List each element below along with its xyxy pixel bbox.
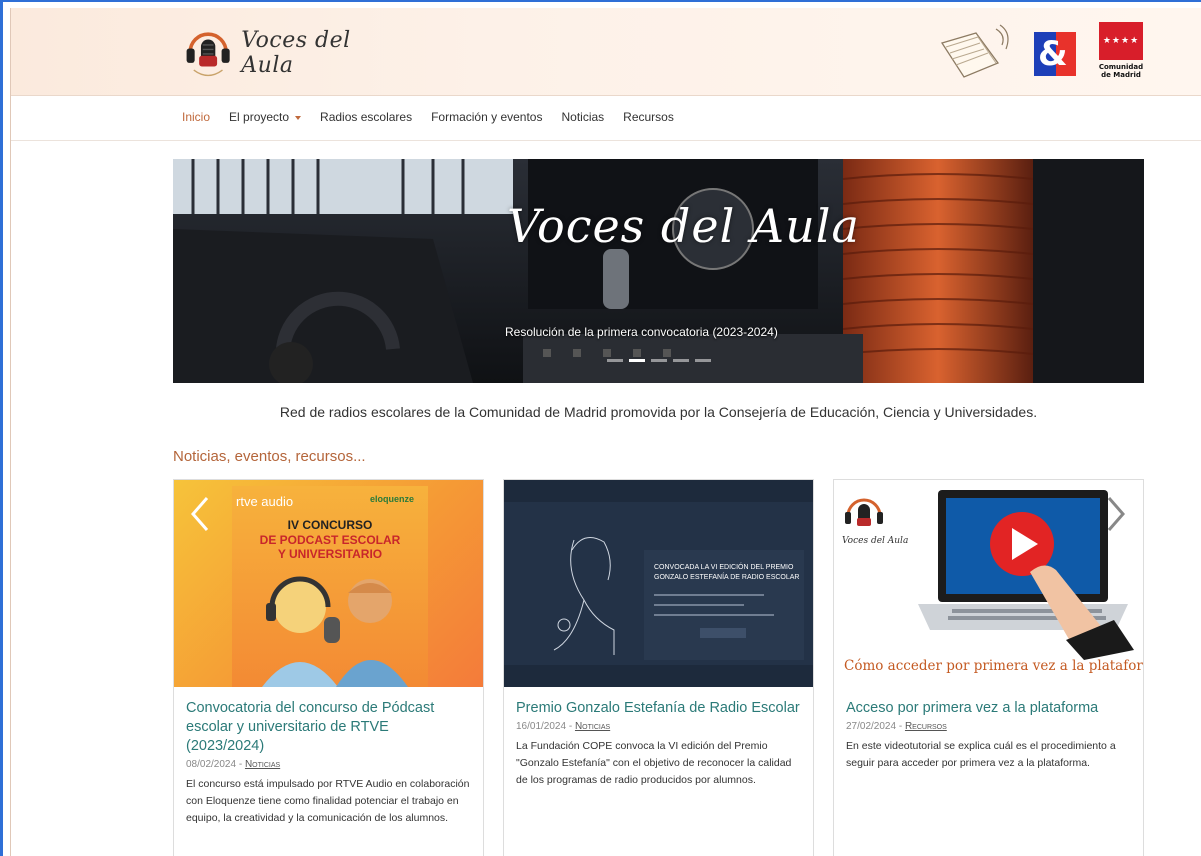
carousel-dot[interactable] (607, 359, 623, 362)
carousel-dot[interactable] (695, 359, 711, 362)
madrid-stars-icon: ★★★★ (1099, 22, 1143, 60)
news-card[interactable]: Voces del Aula Cómo acceder por primera … (833, 479, 1144, 856)
hero-carousel[interactable]: Voces del Aula Resolución de la primera … (173, 159, 1144, 383)
carousel-dot-active[interactable] (629, 359, 645, 362)
image-heading-line-2: GONZALO ESTEFANÍA DE RADIO ESCOLAR (654, 574, 800, 581)
portrait-sketch (553, 537, 804, 660)
card-meta: 27/02/2024 - Recursos (846, 721, 947, 732)
hero-studio-image (173, 159, 1144, 383)
eloquenze-label: eloquenze (370, 494, 415, 504)
nav-item-label: El proyecto (229, 110, 290, 124)
carousel-indicators (607, 359, 711, 362)
image-caption: Cómo acceder por primera vez a la plataf… (844, 658, 1143, 674)
carousel-dot[interactable] (673, 359, 689, 362)
main-nav: Inicio El proyecto Radios escolares Form… (11, 97, 1201, 141)
laptop-play-illustration (845, 490, 1134, 660)
ef-logo[interactable]: & (1034, 32, 1076, 76)
card-image[interactable]: rtve audio eloquenze IV CONCURSO DE PODC… (174, 480, 483, 687)
site-name: Voces del Aula (241, 28, 351, 78)
card-meta: 16/01/2024 - Noticias (516, 721, 611, 732)
madrid-label: Comunidad de Madrid (1098, 63, 1144, 79)
card-image[interactable]: CONVOCADA LA VI EDICIÓN DEL PREMIO GONZA… (504, 480, 813, 687)
comunidad-madrid-logo[interactable]: ★★★★ Comunidad de Madrid (1098, 22, 1144, 86)
chevron-right-icon[interactable] (1105, 494, 1127, 534)
rtve-audio-label: rtve audio (236, 494, 294, 509)
site-subtitle: Red de radios escolares de la Comunidad … (279, 404, 1038, 420)
card-description: En este videotutorial se explica cuál es… (846, 740, 1116, 769)
image-logo-text: Voces del Aula (842, 536, 909, 546)
book-icon (940, 24, 1009, 78)
nav-item-formacion-eventos[interactable]: Formación y eventos (431, 110, 542, 124)
card-date: 16/01/2024 (516, 721, 567, 732)
image-heading-line-3: Y UNIVERSITARIO (277, 547, 383, 561)
microphone-headphones-icon (186, 32, 230, 77)
chevron-left-icon[interactable] (189, 494, 211, 534)
image-heading-line-2: DE PODCAST ESCOLAR (259, 533, 401, 547)
nav-item-recursos[interactable]: Recursos (623, 110, 674, 124)
card-category[interactable]: Recursos (905, 721, 947, 732)
news-card[interactable]: rtve audio eloquenze IV CONCURSO DE PODC… (173, 479, 484, 856)
nav-item-noticias[interactable]: Noticias (561, 110, 604, 124)
podcasters-illustration (262, 576, 408, 687)
hero-caption[interactable]: Resolución de la primera convocatoria (2… (505, 325, 778, 339)
header-logos: & ★★★★ Comunidad de Madrid (936, 22, 1144, 86)
section-title: Noticias, eventos, recursos... (173, 448, 366, 465)
caret-down-icon (295, 115, 302, 120)
nav-item-el-proyecto[interactable]: El proyecto (229, 110, 302, 124)
card-description: El concurso está impulsado por RTVE Audi… (186, 778, 470, 824)
card-description: La Fundación COPE convoca la VI edición … (516, 740, 792, 786)
site-header: Voces del Aula & ★★★★ Comunidad de Madri… (11, 8, 1201, 96)
nav-item-inicio[interactable]: Inicio (182, 110, 210, 124)
site-logo[interactable]: Voces del Aula (183, 20, 393, 86)
card-meta: 08/02/2024 - Noticias (186, 759, 281, 770)
card-date: 27/02/2024 (846, 721, 897, 732)
carousel-dot[interactable] (651, 359, 667, 362)
card-category[interactable]: Noticias (245, 759, 280, 770)
card-title[interactable]: Premio Gonzalo Estefanía de Radio Escola… (516, 699, 801, 718)
page: Voces del Aula & ★★★★ Comunidad de Madri… (10, 8, 1201, 856)
card-title[interactable]: Acceso por primera vez a la plataforma (846, 699, 1131, 718)
image-heading-line-1: IV CONCURSO (287, 518, 373, 532)
news-card[interactable]: CONVOCADA LA VI EDICIÓN DEL PREMIO GONZA… (503, 479, 814, 856)
card-category[interactable]: Noticias (575, 721, 610, 732)
image-heading-line-1: CONVOCADA LA VI EDICIÓN DEL PREMIO (654, 564, 794, 571)
card-title[interactable]: Convocatoria del concurso de Pódcast esc… (186, 699, 471, 756)
card-date: 08/02/2024 (186, 759, 237, 770)
hero-title: Voces del Aula (507, 199, 860, 253)
card-image[interactable]: Voces del Aula Cómo acceder por primera … (834, 480, 1143, 687)
nav-item-radios-escolares[interactable]: Radios escolares (320, 110, 412, 124)
